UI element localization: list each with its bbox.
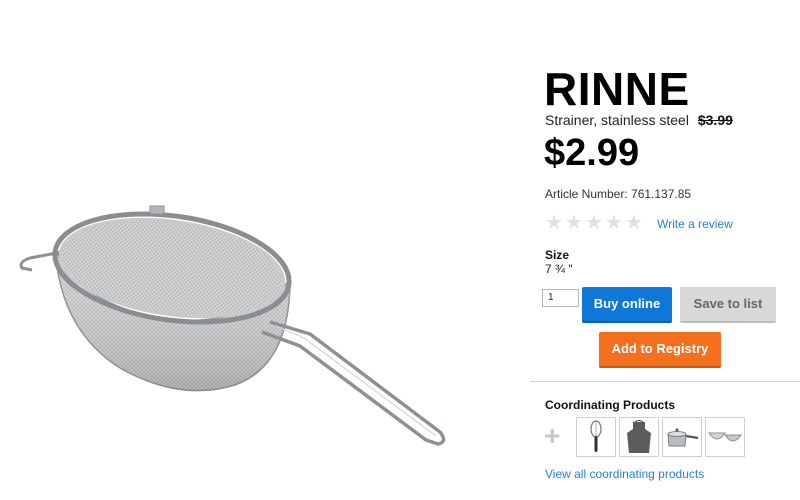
section-divider (530, 381, 800, 382)
coordinating-product-saucepan[interactable] (662, 417, 702, 457)
size-label: Size (545, 248, 570, 262)
saucepan-icon (667, 428, 699, 447)
rating-stars[interactable]: ★ ★ ★ ★ ★ (545, 213, 643, 233)
coordinating-product-apron[interactable] (619, 417, 659, 457)
star-icon[interactable]: ★ (625, 213, 643, 233)
strainer-image (19, 205, 446, 446)
bowls-icon (708, 432, 742, 442)
apron-icon (627, 420, 651, 453)
coordinating-product-bowls[interactable] (705, 417, 745, 457)
product-name: RINNE (544, 63, 690, 115)
product-subtitle: Strainer, stainless steel $3.99 (545, 112, 733, 128)
old-price: $3.99 (697, 112, 733, 128)
view-all-coordinating-link[interactable]: View all coordinating products (545, 467, 704, 481)
coordinating-products-heading: Coordinating Products (545, 398, 675, 412)
buy-online-button[interactable]: Buy online (582, 287, 672, 323)
star-icon[interactable]: ★ (545, 213, 563, 233)
plus-icon: + (544, 420, 561, 451)
product-details-panel: RINNE Strainer, stainless steel $3.99 $2… (530, 0, 800, 500)
article-number: Article Number: 761.137.85 (545, 187, 692, 201)
product-image (0, 0, 530, 500)
whisk-icon (590, 420, 602, 452)
star-icon[interactable]: ★ (585, 213, 603, 233)
star-icon[interactable]: ★ (605, 213, 623, 233)
coordinating-product-whisk[interactable] (576, 417, 616, 457)
size-value: 7 ¾ " (545, 262, 573, 276)
product-description: Strainer, stainless steel (545, 112, 689, 128)
coordinating-thumbnails (576, 417, 745, 457)
quantity-input[interactable]: 1 (542, 289, 579, 307)
save-to-list-button[interactable]: Save to list (680, 287, 776, 323)
star-icon[interactable]: ★ (565, 213, 583, 233)
add-to-registry-button[interactable]: Add to Registry (599, 332, 721, 368)
current-price: $2.99 (544, 132, 640, 174)
write-review-link[interactable]: Write a review (657, 217, 733, 231)
